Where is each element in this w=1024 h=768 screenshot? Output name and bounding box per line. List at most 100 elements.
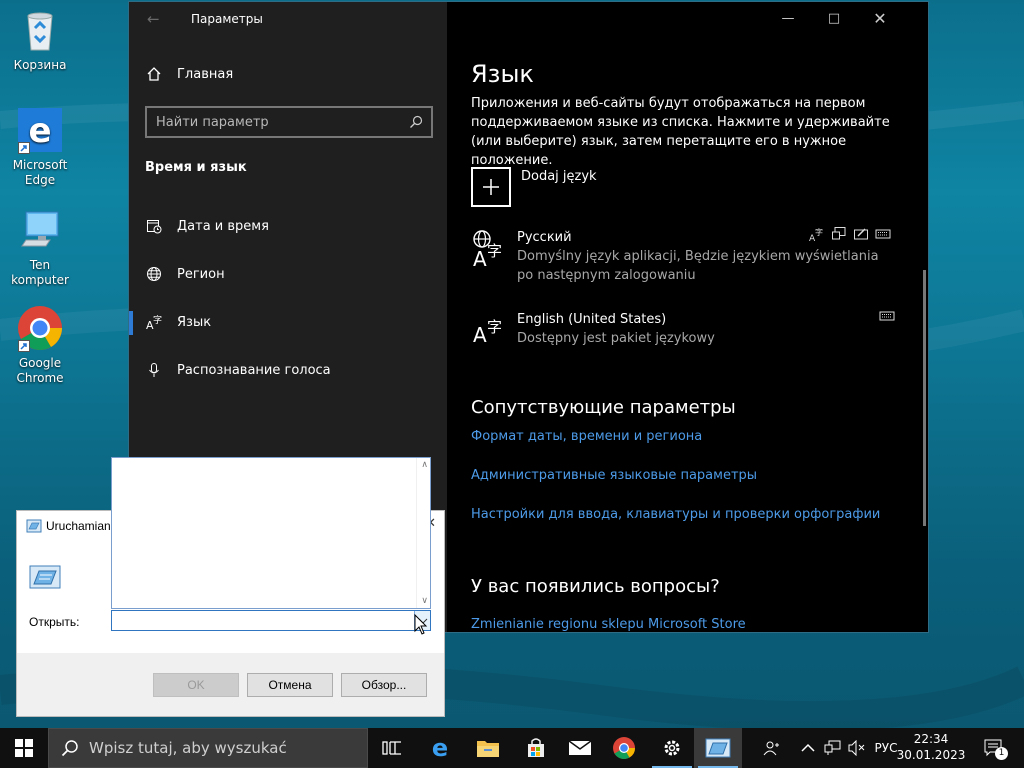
start-button[interactable]: [0, 728, 48, 768]
taskbar-search[interactable]: [48, 728, 368, 768]
globe-icon: [145, 265, 163, 283]
ok-button[interactable]: OK: [153, 673, 239, 697]
svg-text:字: 字: [153, 314, 162, 326]
desktop-icon-edge[interactable]: e Microsoft Edge: [0, 106, 80, 188]
microphone-icon: [145, 361, 163, 379]
taskbar-file-explorer[interactable]: [464, 728, 512, 768]
store-bag-icon: [528, 738, 544, 757]
nav-region[interactable]: Регион: [145, 265, 225, 283]
related-link-typing[interactable]: Настройки для ввода, клавиатуры и провер…: [471, 507, 880, 522]
svg-text:字: 字: [487, 318, 502, 336]
settings-search-input[interactable]: [147, 108, 431, 136]
scroll-up-icon[interactable]: ∧: [421, 460, 428, 470]
nav-label: Дата и время: [177, 218, 269, 234]
scroll-down-icon[interactable]: ∨: [421, 596, 428, 606]
taskbar-chrome[interactable]: [600, 728, 648, 768]
handwriting-icon: [853, 226, 869, 246]
questions-title: У вас появились вопросы?: [471, 576, 720, 597]
nav-date-time[interactable]: Дата и время: [145, 217, 269, 235]
nav-label: Распознавание голоса: [177, 362, 331, 378]
clock-date: 30.01.2023: [896, 748, 966, 762]
volume-button[interactable]: [846, 728, 868, 768]
settings-search[interactable]: [145, 106, 433, 138]
active-indicator: [129, 311, 133, 335]
windows-logo-icon: [15, 739, 33, 757]
related-link-date-format[interactable]: Формат даты, времени и региона: [471, 429, 702, 444]
desktop-icon-recycle-bin[interactable]: Корзина: [0, 6, 80, 73]
notification-count-badge: 1: [995, 747, 1008, 760]
run-program-icon: [29, 565, 61, 593]
window-title: Параметры: [191, 12, 263, 26]
open-label: Открыть:: [29, 615, 80, 629]
people-button[interactable]: [756, 728, 788, 768]
add-language-button[interactable]: Dodaj język: [471, 167, 597, 207]
taskbar-edge[interactable]: e: [416, 728, 464, 768]
nav-language[interactable]: A字 Язык: [145, 313, 211, 331]
desktop-icon-this-pc[interactable]: Ten komputer: [0, 206, 80, 288]
maximize-icon: □: [827, 10, 841, 26]
run-program-icon: [705, 738, 731, 758]
run-command-combobox[interactable]: [111, 610, 431, 632]
taskbar-settings[interactable]: [648, 728, 696, 768]
cancel-button[interactable]: Отмена: [247, 673, 333, 697]
mail-icon: [568, 740, 592, 755]
chevron-up-icon: [801, 743, 815, 752]
svg-text:字: 字: [487, 242, 502, 260]
svg-text:e: e: [432, 736, 448, 760]
speech-icon: [831, 226, 847, 246]
home-icon: [145, 65, 163, 83]
settings-content: — □ ✕ Язык Приложения и веб-сайты будут …: [447, 2, 928, 632]
language-name: English (United States): [517, 312, 667, 327]
question-link-store-region[interactable]: Zmienianie regionu sklepu Microsoft Stor…: [471, 617, 746, 632]
desktop-icon-chrome[interactable]: Google Chrome: [0, 304, 80, 386]
taskbar-search-input[interactable]: [89, 739, 339, 757]
plus-icon: [471, 167, 511, 207]
nav-label: Регион: [177, 266, 225, 282]
browse-button[interactable]: Обзор...: [341, 673, 427, 697]
desktop-icon-label: Microsoft Edge: [12, 158, 68, 187]
edge-icon: e: [16, 106, 64, 154]
maximize-button[interactable]: □: [811, 2, 857, 34]
desktop-icon-label: Корзина: [13, 58, 67, 72]
dropdown-scrollbar[interactable]: ∧ ∨: [416, 458, 430, 608]
svg-text:e: e: [28, 111, 51, 151]
nav-home[interactable]: Главная: [145, 65, 233, 83]
gear-icon: [664, 740, 680, 756]
calendar-clock-icon: [145, 217, 163, 235]
clock[interactable]: 22:34 30.01.2023: [896, 731, 966, 763]
recycle-bin-icon: [16, 6, 64, 54]
content-scrollbar[interactable]: [923, 270, 926, 526]
back-arrow-icon[interactable]: ←: [147, 10, 160, 28]
add-language-label: Dodaj język: [521, 169, 597, 184]
close-button[interactable]: ✕: [857, 2, 903, 34]
desktop-icon-label: Google Chrome: [16, 356, 64, 385]
run-command-input[interactable]: [112, 612, 430, 632]
show-hidden-icons[interactable]: [796, 728, 820, 768]
related-link-admin-language[interactable]: Административные языковые параметры: [471, 468, 757, 483]
language-features: [879, 308, 895, 328]
svg-text:A: A: [473, 323, 487, 347]
task-view-icon: [382, 741, 401, 755]
shortcut-arrow-icon: [18, 340, 30, 352]
nav-speech[interactable]: Распознавание голоса: [145, 361, 331, 379]
svg-text:字: 字: [815, 227, 823, 237]
display-language-icon: A字: [809, 226, 825, 246]
task-view-button[interactable]: [368, 728, 416, 768]
taskbar-mail[interactable]: [556, 728, 604, 768]
language-desc: Dostępny jest pakiet językowy: [517, 331, 715, 346]
minimize-button[interactable]: —: [765, 2, 811, 34]
clock-time: 22:34: [913, 732, 949, 746]
people-icon: [763, 741, 779, 756]
edge-icon: e: [432, 736, 448, 760]
mouse-cursor-icon: [414, 613, 428, 640]
network-icon: [824, 740, 841, 755]
action-center-button[interactable]: 1: [976, 728, 1012, 768]
run-history-dropdown[interactable]: ∧ ∨: [111, 457, 431, 609]
network-button[interactable]: [822, 728, 844, 768]
taskbar-run[interactable]: [694, 728, 742, 768]
taskbar-store[interactable]: [512, 728, 560, 768]
language-item-english[interactable]: A字 English (United States) Dostępny jest…: [471, 310, 715, 350]
taskbar: e РУС 22:34 30.01.2023 1: [0, 728, 1024, 768]
svg-text:A: A: [473, 247, 487, 268]
folder-icon: [477, 741, 499, 757]
